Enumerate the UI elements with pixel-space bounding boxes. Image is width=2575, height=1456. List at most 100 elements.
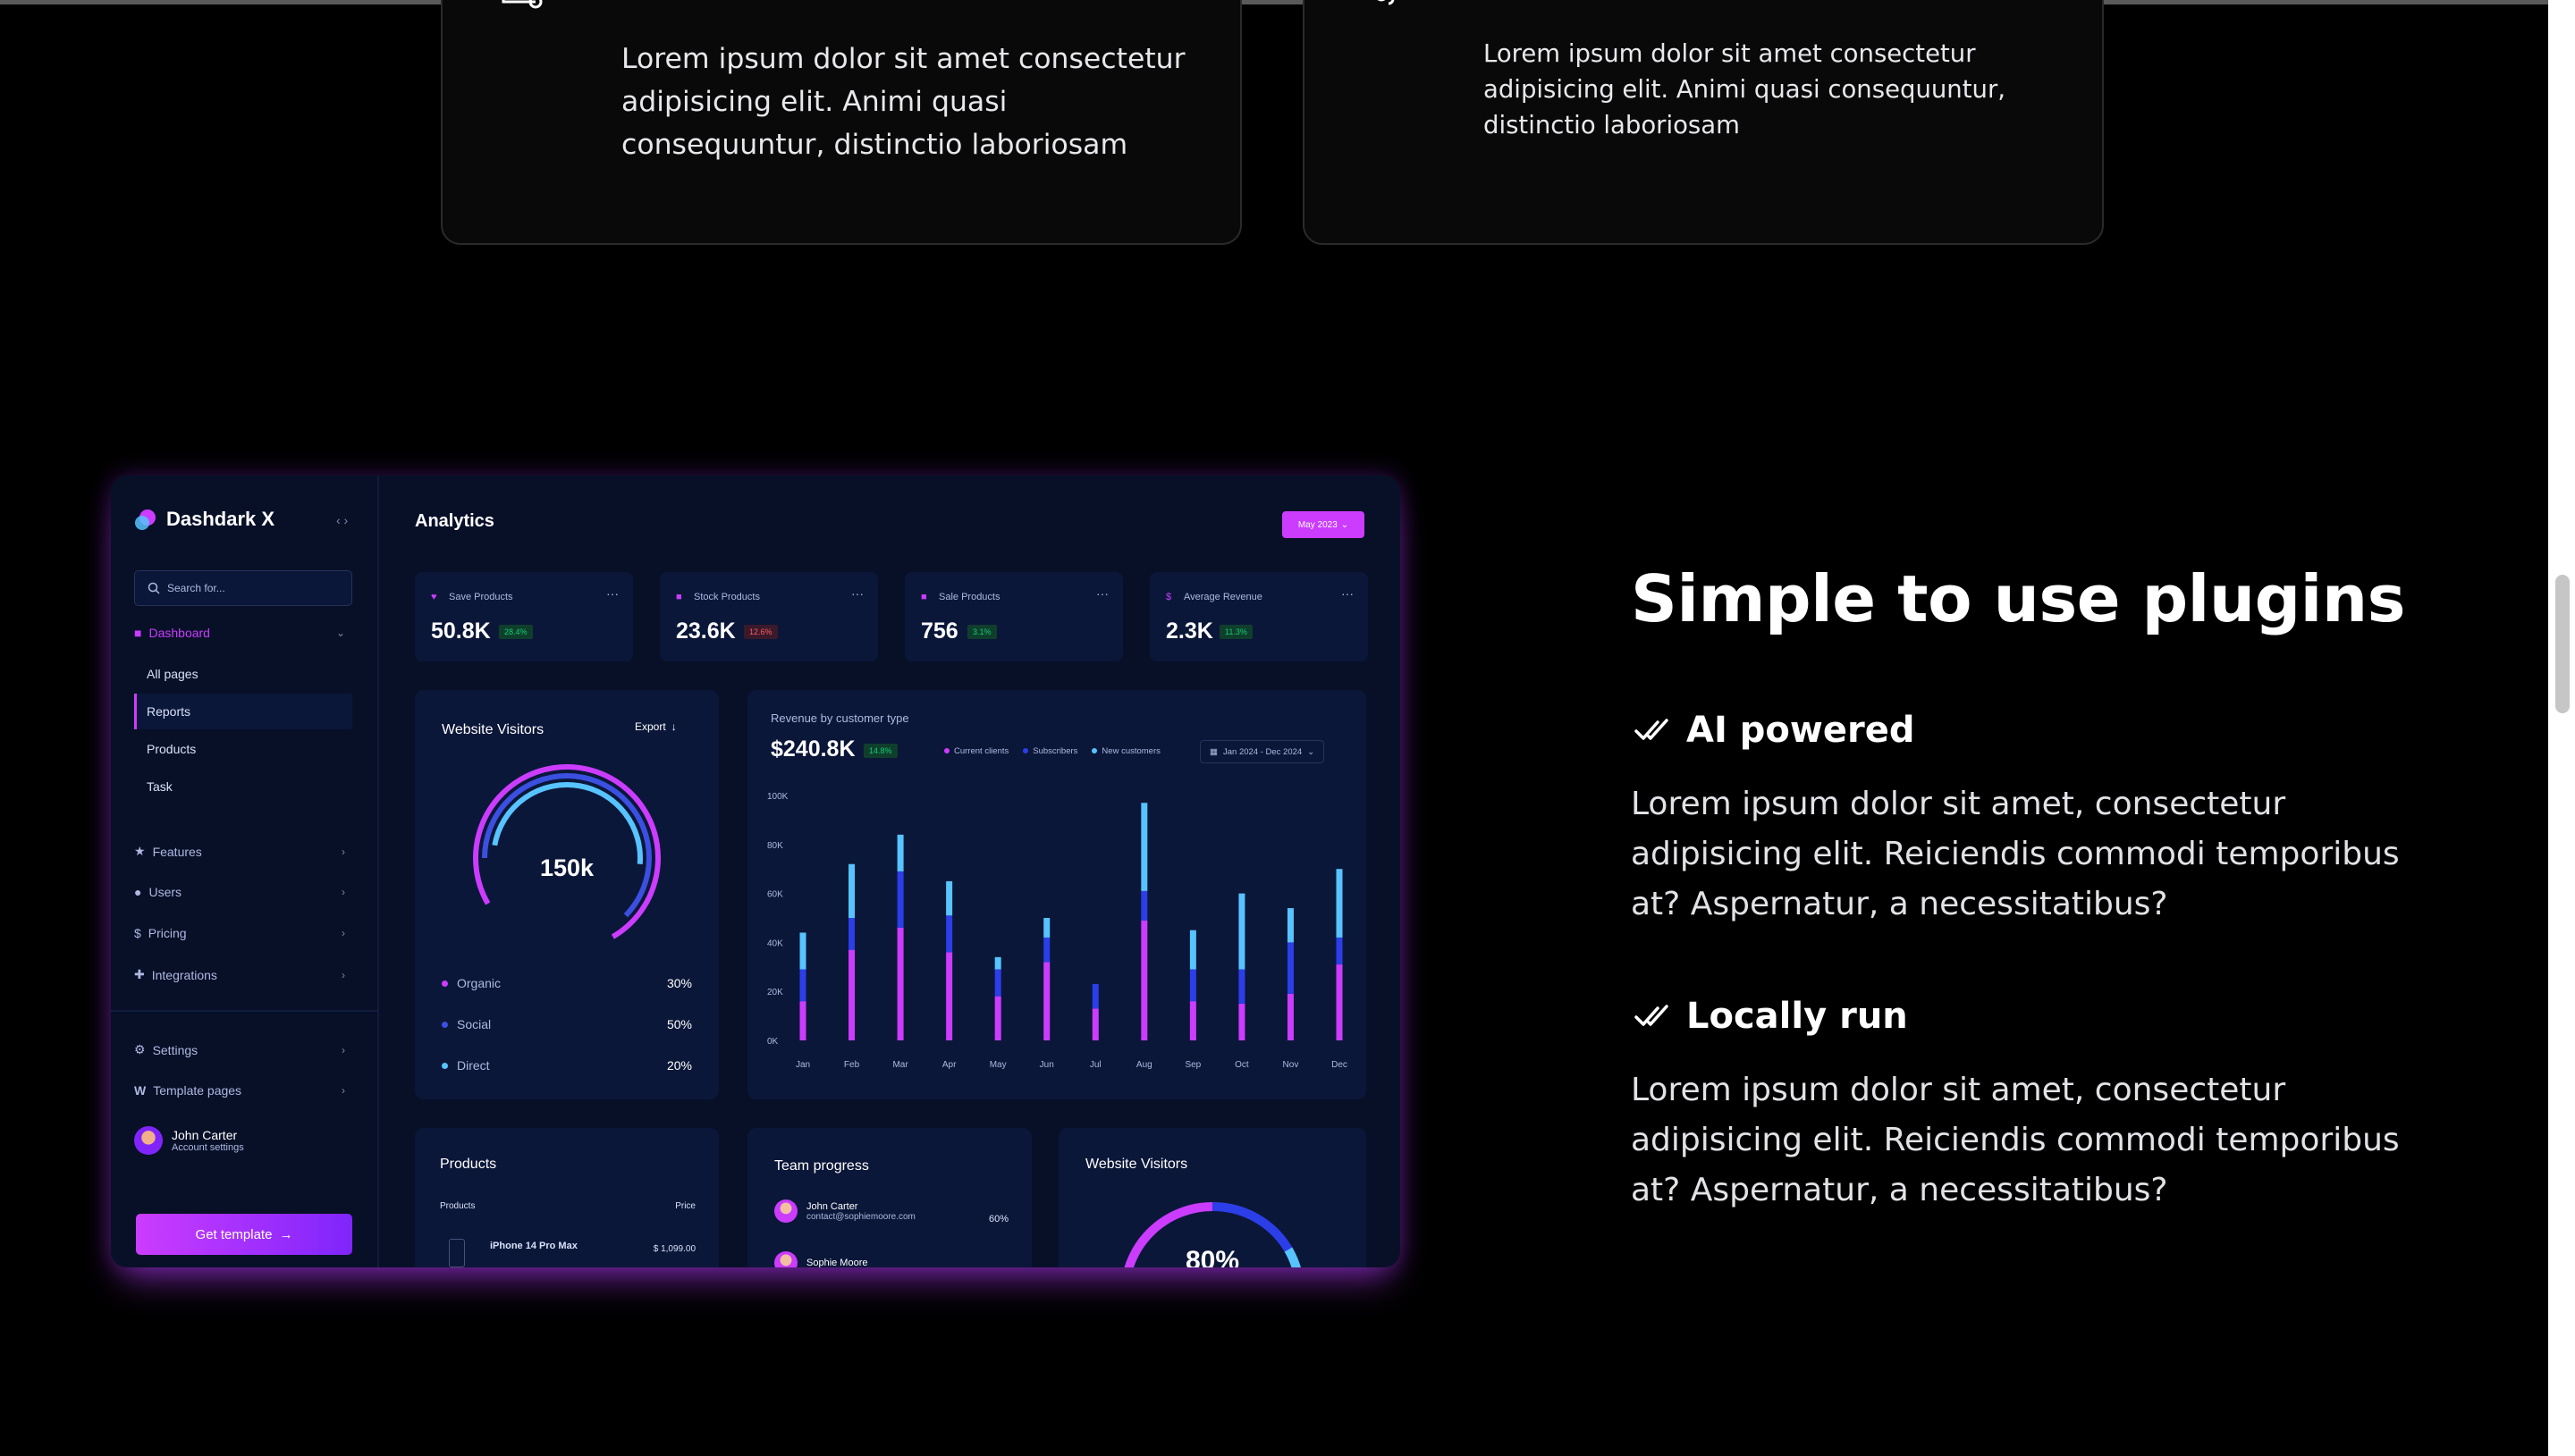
get-template-button[interactable]: Get template →: [136, 1214, 352, 1255]
cart-icon: ■: [921, 592, 927, 602]
bar-segment: [1092, 983, 1099, 1009]
bar-segment: [1287, 908, 1294, 943]
bar-segment: [946, 952, 953, 1040]
bar-segment: [1092, 1008, 1099, 1040]
sidebar-item-features[interactable]: ★ Features ›: [134, 844, 352, 859]
collapse-sidebar-icon[interactable]: ‹ ›: [336, 513, 348, 527]
account-settings[interactable]: John Carter Account settings: [134, 1126, 244, 1155]
bar-segment: [1336, 964, 1343, 1040]
chevron-down-icon: ⌄: [335, 627, 345, 639]
bar-segment: [1043, 918, 1051, 938]
bar-segment: [897, 871, 904, 928]
x-tick-label: Jan: [796, 1060, 810, 1070]
sidebar-item-label: Integrations: [151, 967, 217, 982]
sidebar-item-label: Features: [152, 844, 202, 859]
date-select-label: May 2023: [1297, 519, 1338, 530]
sidebar-subitem-products[interactable]: Products: [134, 731, 352, 767]
bar-segment: [848, 863, 856, 918]
dollar-icon: $: [134, 926, 141, 940]
legend-item: Organic 30%: [442, 976, 692, 990]
feature-heading-label: AI powered: [1686, 710, 1915, 751]
chevron-right-icon: ›: [342, 1043, 345, 1056]
bar-segment: [897, 927, 904, 1040]
website-visitors-panel: Website Visitors Export ↓ 150k Organic 3…: [415, 690, 719, 1099]
revenue-panel: Revenue by customer type $240.8K 14.8% C…: [747, 690, 1366, 1099]
legend-label: Social: [457, 1017, 492, 1031]
trend-badge: 11.3%: [1220, 625, 1253, 639]
revenue-bar-chart: 0K 20K 40K 60K 80K 100K Jan Feb Mar Apr May Jun Jul A…: [767, 792, 1347, 1070]
avatar: [774, 1199, 798, 1223]
dollar-icon: $: [1166, 592, 1172, 602]
feature-heading: AI powered: [1634, 710, 1914, 751]
panel-title: Team progress: [774, 1158, 869, 1174]
member-progress: 60%: [988, 1214, 1009, 1225]
stat-card: ♥ Save Products ··· 50.8K 28.4%: [415, 572, 633, 661]
sidebar-subitem-reports[interactable]: Reports: [134, 694, 352, 729]
gear-icon: ⚙: [134, 1042, 146, 1056]
stat-label: Average Revenue: [1184, 592, 1262, 602]
more-icon[interactable]: ···: [851, 586, 864, 601]
legend-value: 50%: [666, 1017, 692, 1031]
x-tick-label: Aug: [1136, 1060, 1152, 1070]
bar-segment: [848, 918, 856, 950]
user-name: John Carter: [172, 1128, 238, 1142]
feature-description: Lorem ipsum dolor sit amet, consectetur …: [1631, 786, 2400, 922]
section-title: Simple to use plugins: [1631, 561, 2405, 636]
sidebar-subitem-all-pages[interactable]: All pages: [134, 656, 352, 692]
sidebar-item-label: Template pages: [153, 1083, 242, 1098]
product-price: $ 1,099.00: [653, 1244, 696, 1254]
trend-badge: 28.4%: [499, 625, 533, 639]
trend-badge: 14.8%: [864, 744, 898, 758]
avatar: [774, 1251, 798, 1267]
sidebar-item-template-pages[interactable]: W Template pages ›: [134, 1083, 352, 1098]
puzzle-icon: ✚: [134, 967, 145, 981]
x-tick-label: Apr: [942, 1060, 957, 1070]
more-icon[interactable]: ···: [606, 586, 619, 601]
export-button[interactable]: Export ↓: [635, 720, 677, 733]
bar-segment: [1238, 969, 1245, 1004]
bar-segment: [994, 996, 1001, 1040]
stat-value: 50.8K: [431, 619, 491, 644]
legend-item: New customers: [1092, 746, 1161, 756]
search-input[interactable]: Search for...: [134, 570, 352, 606]
product-name: iPhone 14 Pro Max: [490, 1241, 578, 1251]
sidebar-item-settings[interactable]: ⚙ Settings ›: [134, 1042, 352, 1057]
brand-logo: Dashdark X: [134, 508, 274, 531]
bar-segment: [1287, 993, 1294, 1040]
x-tick-label: Feb: [844, 1060, 860, 1070]
y-tick-label: 20K: [767, 988, 783, 997]
stat-card: ■ Stock Products ··· 23.6K 12.6%: [660, 572, 878, 661]
home-icon: ■: [134, 626, 142, 640]
feature-card: Lorem ipsum dolor sit amet consectetur a…: [1303, 0, 2104, 245]
sidebar-item-dashboard[interactable]: ■ Dashboard ⌄: [134, 626, 352, 640]
legend-label: Organic: [457, 976, 502, 990]
bar-segment: [1141, 890, 1148, 921]
date-range-select[interactable]: ▦ Jan 2024 - Dec 2024 ⌄: [1200, 740, 1325, 763]
sidebar-item-integrations[interactable]: ✚ Integrations ›: [134, 967, 352, 982]
scrollbar-thumb[interactable]: [2555, 575, 2570, 713]
sidebar-item-label: Settings: [152, 1042, 198, 1057]
user-icon: ●: [134, 885, 142, 899]
date-select-button[interactable]: May 2023 ⌄: [1282, 511, 1364, 538]
y-tick-label: 80K: [767, 841, 783, 851]
bar-segment: [946, 880, 953, 916]
sidebar-item-users[interactable]: ● Users ›: [134, 885, 352, 899]
more-icon[interactable]: ···: [1096, 586, 1109, 601]
panel-title: Products: [440, 1157, 497, 1172]
sidebar-item-pricing[interactable]: $ Pricing ›: [134, 926, 352, 940]
more-icon[interactable]: ···: [1341, 586, 1354, 601]
arrow-right-icon: →: [279, 1226, 293, 1242]
page-scrollbar[interactable]: [2548, 0, 2575, 1456]
team-progress-panel: Team progress John Carter contact@sophie…: [747, 1128, 1032, 1267]
legend-value: 30%: [666, 976, 692, 990]
bar-segment: [799, 969, 806, 1002]
template-icon: W: [134, 1083, 147, 1098]
stat-label: Sale Products: [939, 592, 1000, 602]
stat-value: 756: [921, 619, 958, 644]
feature-heading-label: Locally run: [1686, 996, 1908, 1037]
member-name: John Carter: [806, 1200, 858, 1212]
products-panel: Products Products Price iPhone 14 Pro Ma…: [415, 1128, 719, 1267]
heart-icon: ♥: [431, 592, 437, 602]
bar-segment: [799, 1001, 806, 1040]
sidebar-subitem-task[interactable]: Task: [134, 769, 352, 804]
